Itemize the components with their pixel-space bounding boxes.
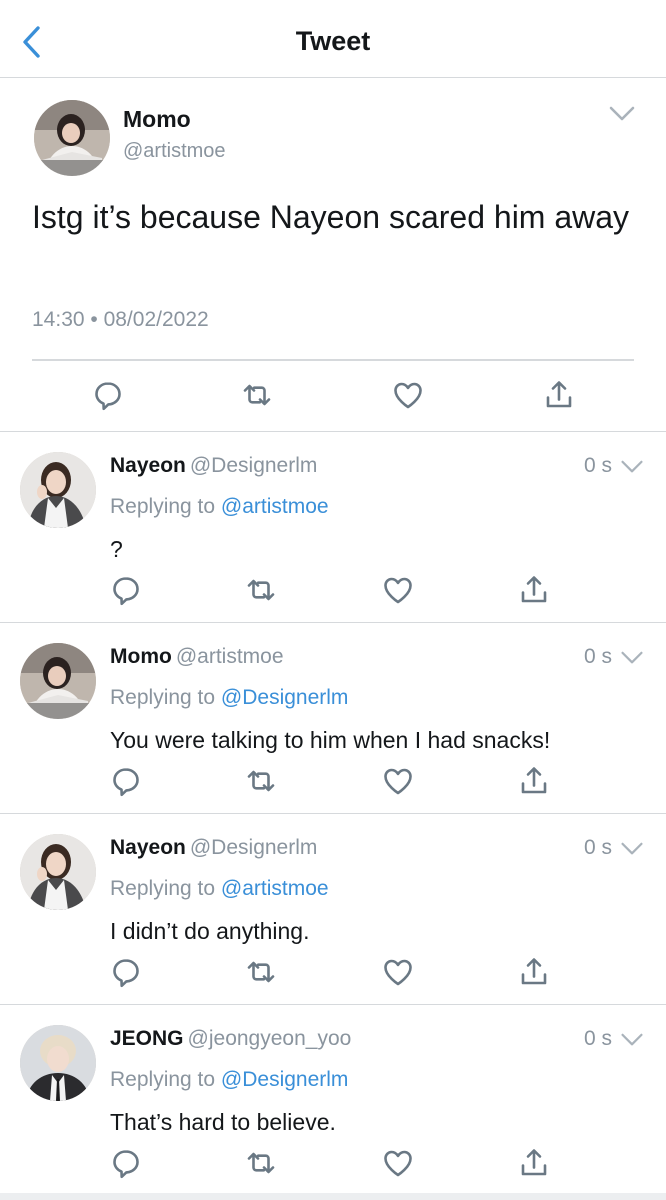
- mention-link[interactable]: @artistmoe: [221, 495, 329, 518]
- chevron-down-icon[interactable]: [620, 458, 644, 476]
- chevron-down-icon[interactable]: [620, 649, 644, 667]
- share-icon[interactable]: [517, 1146, 551, 1180]
- avatar[interactable]: [20, 452, 96, 528]
- author-name[interactable]: Momo: [123, 106, 191, 133]
- mention-link[interactable]: @Designerlm: [221, 1068, 349, 1091]
- retweet-icon[interactable]: [244, 764, 278, 798]
- divider: [32, 359, 634, 361]
- tweet-text: Istg it’s because Nayeon scared him away: [32, 199, 630, 235]
- replying-to: Replying to @Designerlm: [110, 1068, 348, 1092]
- reply-icon[interactable]: [109, 764, 143, 798]
- tweet-timestamp: 14:30 • 08/02/2022: [32, 308, 209, 331]
- reply-tweet[interactable]: Nayeon @Designerlm 0 s Replying to @artis…: [0, 432, 666, 623]
- avatar[interactable]: [34, 100, 110, 176]
- reply-text: You were talking to him when I had snack…: [110, 727, 551, 753]
- author-name[interactable]: Nayeon: [110, 454, 186, 477]
- reply-time: 0 s: [584, 836, 613, 859]
- retweet-icon[interactable]: [244, 573, 278, 607]
- reply-header: JEONG @jeongyeon_yoo: [110, 1027, 351, 1051]
- top-bar: Tweet: [0, 0, 666, 78]
- author-name[interactable]: Momo: [110, 645, 172, 668]
- replying-label: Replying to: [110, 1068, 221, 1091]
- author-name[interactable]: JEONG: [110, 1027, 184, 1050]
- author-handle[interactable]: @artistmoe: [123, 140, 226, 163]
- author-handle[interactable]: @jeongyeon_yoo: [188, 1027, 352, 1050]
- share-icon[interactable]: [542, 378, 576, 412]
- chevron-down-icon[interactable]: [620, 840, 644, 858]
- main-tweet: Momo @artistmoe Istg it’s because Nayeon…: [0, 78, 666, 432]
- reply-tweet[interactable]: Momo @artistmoe 0 s Replying to @Designer…: [0, 623, 666, 814]
- bottom-edge: [0, 1193, 666, 1200]
- reply-tweet[interactable]: Nayeon @Designerlm 0 s Replying to @artis…: [0, 814, 666, 1005]
- chevron-down-icon[interactable]: [608, 104, 636, 124]
- like-icon[interactable]: [381, 573, 415, 607]
- reply-time: 0 s: [584, 454, 613, 477]
- like-icon[interactable]: [381, 955, 415, 989]
- reply-tweet[interactable]: JEONG @jeongyeon_yoo 0 s Replying to @Des…: [0, 1005, 666, 1196]
- replying-label: Replying to: [110, 686, 221, 709]
- author-handle[interactable]: @Designerlm: [190, 836, 318, 859]
- reply-icon[interactable]: [109, 573, 143, 607]
- share-icon[interactable]: [517, 573, 551, 607]
- reply-header: Nayeon @Designerlm: [110, 836, 317, 860]
- reply-header: Nayeon @Designerlm: [110, 454, 317, 478]
- author-handle[interactable]: @Designerlm: [190, 454, 318, 477]
- retweet-icon[interactable]: [244, 955, 278, 989]
- reply-text: I didn’t do anything.: [110, 918, 310, 944]
- mention-link[interactable]: @artistmoe: [221, 877, 329, 900]
- retweet-icon[interactable]: [240, 378, 274, 412]
- like-icon[interactable]: [391, 378, 425, 412]
- avatar[interactable]: [20, 834, 96, 910]
- replying-label: Replying to: [110, 495, 221, 518]
- chevron-down-icon[interactable]: [620, 1031, 644, 1049]
- share-icon[interactable]: [517, 955, 551, 989]
- like-icon[interactable]: [381, 1146, 415, 1180]
- page-title: Tweet: [295, 26, 371, 56]
- replying-to: Replying to @artistmoe: [110, 877, 329, 901]
- mention-link[interactable]: @Designerlm: [221, 686, 349, 709]
- avatar[interactable]: [20, 643, 96, 719]
- replying-to: Replying to @artistmoe: [110, 495, 329, 519]
- reply-icon[interactable]: [109, 955, 143, 989]
- reply-text: ?: [110, 536, 123, 562]
- reply-header: Momo @artistmoe: [110, 645, 284, 669]
- like-icon[interactable]: [381, 764, 415, 798]
- replying-to: Replying to @Designerlm: [110, 686, 348, 710]
- share-icon[interactable]: [517, 764, 551, 798]
- reply-icon[interactable]: [109, 1146, 143, 1180]
- reply-icon[interactable]: [91, 378, 125, 412]
- author-name[interactable]: Nayeon: [110, 836, 186, 859]
- author-handle[interactable]: @artistmoe: [176, 645, 284, 668]
- avatar[interactable]: [20, 1025, 96, 1101]
- reply-time: 0 s: [584, 645, 613, 668]
- reply-time: 0 s: [584, 1027, 613, 1050]
- reply-text: That’s hard to believe.: [110, 1109, 336, 1135]
- replying-label: Replying to: [110, 877, 221, 900]
- retweet-icon[interactable]: [244, 1146, 278, 1180]
